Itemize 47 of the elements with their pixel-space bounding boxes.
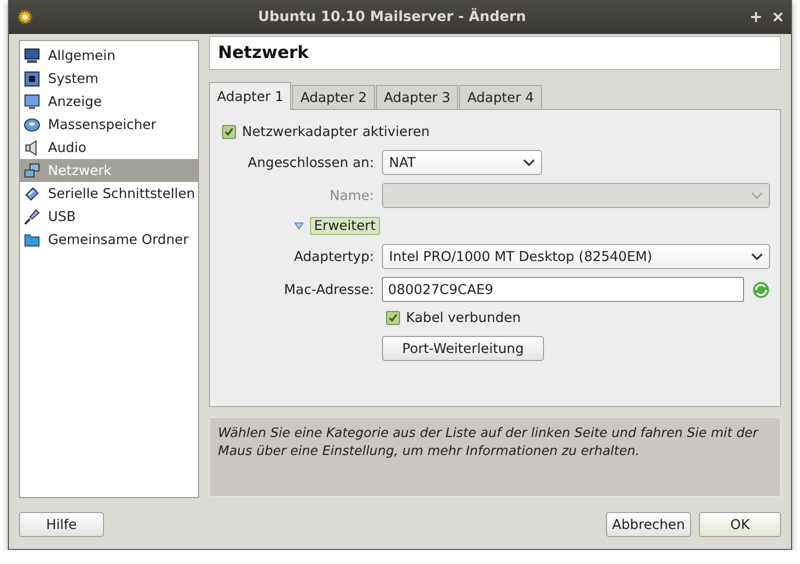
- close-icon[interactable]: [773, 12, 783, 22]
- maximize-icon[interactable]: [751, 12, 761, 22]
- field-label: Adaptertyp:: [293, 248, 374, 264]
- page-title: Netzwerk: [209, 36, 781, 70]
- help-button[interactable]: Hilfe: [19, 512, 104, 537]
- sidebar-item[interactable]: Massenspeicher: [20, 113, 198, 136]
- checkbox[interactable]: [386, 311, 400, 325]
- dropdown[interactable]: Intel PRO/1000 MT Desktop (82540EM): [382, 244, 770, 269]
- sidebar-item[interactable]: Allgemein: [20, 44, 198, 67]
- sidebar-item[interactable]: Audio: [20, 136, 198, 159]
- disk-icon: [24, 116, 40, 132]
- refresh-icon[interactable]: [752, 280, 770, 298]
- tab[interactable]: Adapter 4: [459, 85, 542, 110]
- field-label: Mac-Adresse:: [283, 282, 374, 298]
- sidebar-item[interactable]: Gemeinsame Ordner: [20, 228, 198, 251]
- chevron-down-icon: [751, 192, 763, 200]
- chevron-down-icon: [523, 158, 535, 166]
- serial-port-icon: [24, 186, 40, 202]
- sidebar-item[interactable]: Anzeige: [20, 90, 198, 113]
- display-icon: [24, 94, 40, 110]
- network-icon: [24, 162, 40, 178]
- sidebar-item[interactable]: Serielle Schnittstellen: [20, 182, 198, 205]
- expander-toggle[interactable]: Erweitert: [310, 217, 380, 235]
- tab[interactable]: Adapter 3: [376, 85, 458, 110]
- monitor-icon: [24, 48, 40, 64]
- chip-icon: [24, 70, 40, 86]
- checkbox[interactable]: [222, 125, 236, 139]
- field-label: Angeschlossen an:: [246, 154, 374, 170]
- chevron-down-icon: [751, 252, 763, 260]
- checkbox-label: Kabel verbunden: [406, 310, 521, 326]
- ok-button[interactable]: OK: [699, 512, 781, 537]
- usb-plug-icon: [24, 208, 40, 224]
- triangle-down-icon[interactable]: [294, 222, 304, 230]
- info-text: Wählen Sie eine Kategorie aus der Liste auf der linken Seite und fahren Sie mit der Maus über eine Einstellung, um mehr Informationen zu erhalten.: [209, 417, 781, 497]
- cancel-button[interactable]: Abbrechen: [606, 512, 691, 537]
- sidebar-item[interactable]: USB: [20, 205, 198, 228]
- checkbox-label: Netzwerkadapter aktivieren: [242, 124, 430, 140]
- folder-icon: [24, 232, 40, 248]
- window-title: Ubuntu 10.10 Mailserver - Ändern: [257, 9, 527, 25]
- gear-icon: [17, 9, 33, 25]
- tab[interactable]: Adapter 2: [292, 85, 375, 110]
- port-forwarding-button[interactable]: Port-Weiterleitung: [382, 336, 544, 361]
- sidebar-item[interactable]: System: [20, 67, 198, 90]
- tab[interactable]: Adapter 1: [209, 82, 292, 110]
- field-label: Name:: [328, 188, 374, 204]
- dropdown[interactable]: NAT: [382, 150, 542, 175]
- input-field[interactable]: 080027C9CAE9: [382, 277, 744, 302]
